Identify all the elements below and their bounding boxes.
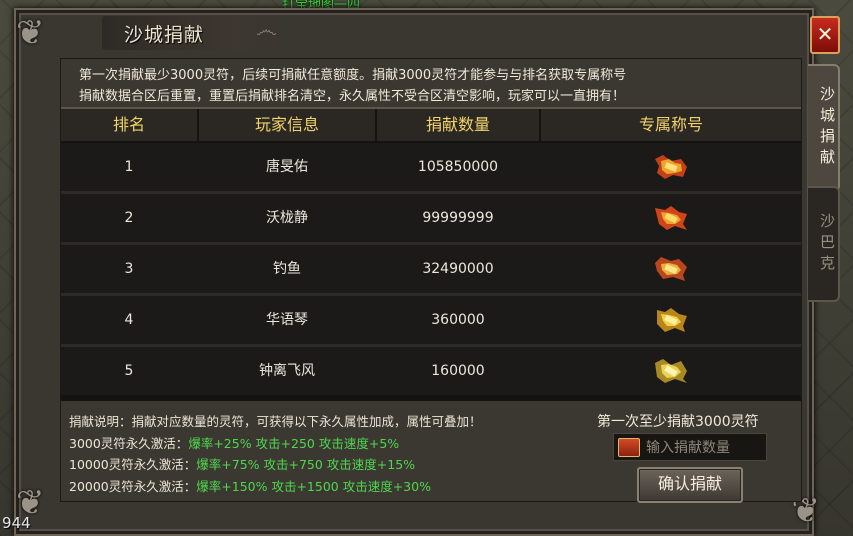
tier-label: 10000灵符永久激活： (69, 457, 197, 472)
tab-sand-city-donation[interactable]: 沙城捐献 (808, 64, 840, 192)
gold-title-badge-icon (657, 308, 687, 332)
amount-cell: 360000 (431, 312, 485, 328)
header-amount: 捐献数量 (377, 109, 541, 141)
table-row: 2 沃栊静 99999999 (61, 194, 801, 245)
dragon-ornament-icon: ❦ (16, 13, 45, 53)
fps-counter: 944 (2, 514, 31, 532)
donation-amount-field (613, 433, 767, 461)
player-cell: 华语琴 (266, 312, 308, 328)
confirm-donate-button[interactable]: 确认捐献 (637, 467, 743, 503)
header-title: 专属称号 (638, 115, 703, 134)
rank-cell: 4 (124, 312, 134, 328)
flame-title-badge-icon (655, 155, 687, 179)
table-row: 1 唐旻佑 105850000 (61, 143, 801, 194)
tier-line: 3000灵符永久激活：爆率+25% 攻击+250 攻击速度+5% (69, 433, 482, 455)
rank-cell: 2 (124, 210, 134, 226)
notice-line: 第一次捐献最少3000灵符，后续可捐献任意额度。捐献3000灵符才能参与与排名获… (79, 68, 627, 83)
description-intro: 捐献说明：捐献对应数量的灵符，可获得以下永久属性加成，属性可叠加！ (69, 414, 482, 429)
panel-content: 第一次捐献最少3000灵符，后续可捐献任意额度。捐献3000灵符才能参与与排名获… (60, 58, 802, 503)
spellbook-icon (618, 438, 640, 457)
tier-effect: 爆率+75% 攻击+750 攻击速度+15% (196, 457, 416, 472)
amount-cell: 99999999 (422, 210, 494, 226)
header-rank: 排名 (61, 109, 199, 141)
player-cell: 沃栊静 (266, 210, 308, 226)
tier-effect: 爆率+150% 攻击+1500 攻击速度+30% (196, 478, 431, 494)
tier-label: 20000灵符永久激活： (69, 478, 197, 494)
amount-cell: 160000 (431, 363, 485, 379)
table-header: 排名 玩家信息 捐献数量 专属称号 (61, 109, 801, 141)
notice-line: 捐献数据合区后重置，重置后捐献排名清空，永久属性不受合区清空影响，玩家可以一直拥… (79, 89, 626, 104)
panel-title: 沙城捐献 (124, 24, 205, 46)
donation-amount-input[interactable] (644, 437, 766, 459)
flame-title-badge-icon (655, 257, 687, 281)
tier-label: 3000灵符永久激活： (69, 435, 189, 451)
notice-text: 第一次捐献最少3000灵符，后续可捐献任意额度。捐献3000灵符才能参与与排名获… (79, 65, 626, 107)
table-row: 4 华语琴 360000 (61, 296, 801, 347)
title-flourish-icon: ෴ (256, 18, 277, 43)
amount-cell: 32490000 (422, 261, 494, 277)
tab-shabake[interactable]: 沙巴克 (808, 186, 840, 302)
amount-cell: 105850000 (417, 159, 499, 175)
table-row: 5 钟离飞风 160000 (61, 347, 801, 395)
tier-line: 10000灵符永久激活：爆率+75% 攻击+750 攻击速度+15% (69, 454, 482, 476)
rank-cell: 1 (124, 159, 134, 175)
player-cell: 钟离飞风 (259, 363, 315, 379)
player-cell: 钓鱼 (273, 261, 301, 277)
donation-description: 捐献说明：捐献对应数量的灵符，可获得以下永久属性加成，属性可叠加！ 3000灵符… (69, 411, 482, 497)
gold-title-badge-icon (655, 359, 687, 383)
player-cell: 唐旻佑 (266, 159, 308, 175)
flame-title-badge-icon (655, 206, 687, 230)
tier-effect: 爆率+25% 攻击+250 攻击速度+5% (188, 435, 400, 451)
tier-line: 20000灵符永久激活：爆率+150% 攻击+1500 攻击速度+30% (69, 476, 482, 498)
rank-cell: 3 (124, 261, 134, 277)
header-player: 玩家信息 (199, 109, 377, 141)
close-button[interactable]: ✕ (810, 16, 840, 54)
rank-cell: 5 (124, 363, 134, 379)
ranking-table: 排名 玩家信息 捐献数量 专属称号 1 唐旻佑 105850000 2 沃栊静 … (61, 107, 801, 401)
table-row: 3 钓鱼 32490000 (61, 245, 801, 296)
donation-requirement: 第一次至少捐献3000灵符 (597, 414, 759, 430)
